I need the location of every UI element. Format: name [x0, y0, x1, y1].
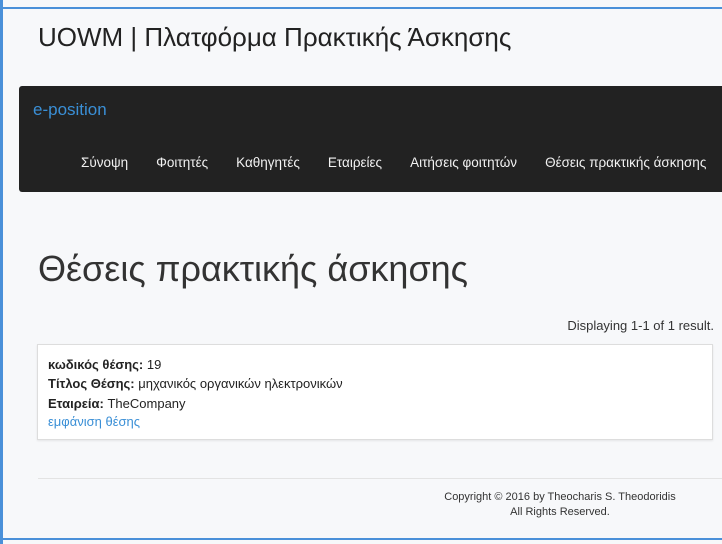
- brand-link[interactable]: e-position: [33, 100, 107, 120]
- position-code-value: 19: [146, 357, 162, 372]
- position-company-label: Εταιρεία:: [48, 396, 104, 411]
- view-position-link[interactable]: εμφάνιση θέσης: [48, 414, 140, 429]
- page-title: Θέσεις πρακτικής άσκησης: [38, 248, 469, 289]
- nav-item-summary[interactable]: Σύνοψη: [67, 155, 142, 170]
- footer-rights: All Rights Reserved.: [510, 506, 610, 518]
- results-summary: Displaying 1-1 of 1 result.: [567, 318, 714, 333]
- footer-copyright: Copyright © 2016 by Theocharis S. Theodo…: [444, 491, 676, 503]
- page-bottom-border: [0, 538, 722, 540]
- position-title-label: Τίτλος Θέσης:: [48, 376, 135, 391]
- site-title: UOWM | Πλατφόρμα Πρακτικής Άσκησης: [38, 22, 512, 52]
- nav-item-professors[interactable]: Καθηγητές: [222, 155, 314, 170]
- position-company-row: Εταιρεία: TheCompany: [48, 396, 186, 411]
- position-company-value: TheCompany: [107, 396, 186, 411]
- position-title-row: Τίτλος Θέσης: μηχανικός οργανικών ηλεκτρ…: [48, 376, 343, 391]
- footer: Copyright © 2016 by Theocharis S. Theodo…: [400, 490, 720, 520]
- nav-menu: Σύνοψη Φοιτητές Καθηγητές Εταιρείες Αιτή…: [67, 155, 720, 170]
- nav-item-internship-positions[interactable]: Θέσεις πρακτικής άσκησης: [531, 155, 720, 170]
- position-code-row: κωδικός θέσης: 19: [48, 357, 161, 372]
- nav-item-students[interactable]: Φοιτητές: [142, 155, 222, 170]
- footer-divider: [38, 478, 722, 479]
- nav-item-companies[interactable]: Εταιρείες: [314, 155, 396, 170]
- main-navbar: e-position Σύνοψη Φοιτητές Καθηγητές Ετα…: [19, 86, 722, 192]
- nav-item-student-applications[interactable]: Αιτήσεις φοιτητών: [396, 155, 531, 170]
- position-title-value: μηχανικός οργανικών ηλεκτρονικών: [138, 376, 343, 391]
- position-code-label: κωδικός θέσης:: [48, 357, 144, 372]
- position-card: κωδικός θέσης: 19 Τίτλος Θέσης: μηχανικό…: [37, 344, 713, 440]
